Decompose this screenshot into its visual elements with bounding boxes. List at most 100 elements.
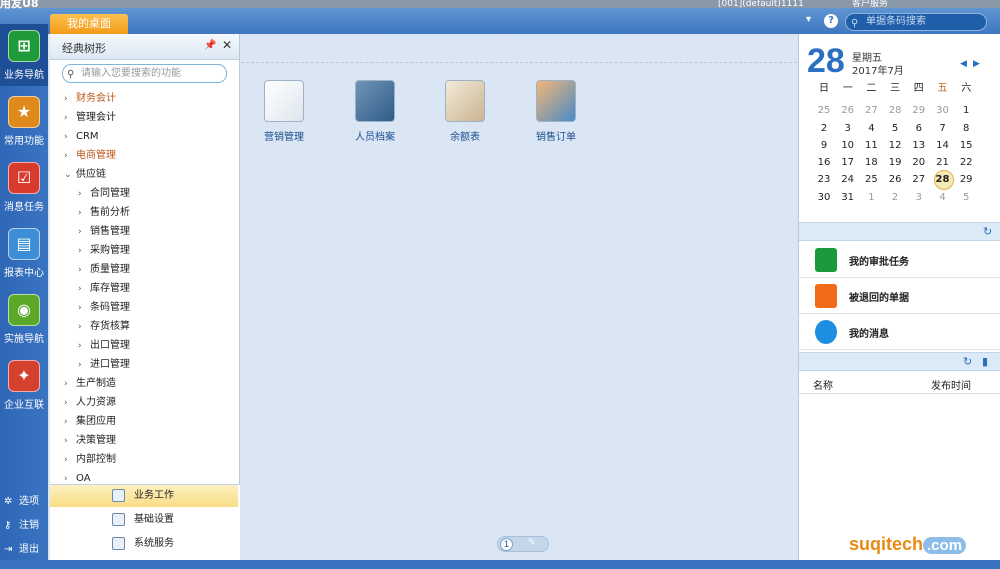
calendar-day-cell[interactable]: 27 [908,171,930,188]
calendar-day-cell[interactable]: 2 [884,189,906,206]
chevron-right-icon[interactable]: › [78,242,90,261]
tree-item[interactable]: › 出口管理 [78,336,130,355]
calendar-day-cell[interactable]: 11 [860,137,882,154]
calendar-day-cell[interactable]: 10 [837,137,859,154]
function-search-input[interactable]: ⚲ 请输入您要搜索的功能 [62,64,227,83]
chevron-right-icon[interactable]: › [64,394,76,413]
calendar-day-cell[interactable]: 19 [884,154,906,171]
calendar-day-cell[interactable]: 18 [860,154,882,171]
refresh-icon[interactable]: ↻ [963,355,972,368]
chevron-right-icon[interactable]: › [78,185,90,204]
rail-item-2[interactable]: ☑ 消息任务 [0,156,48,218]
desk-pager[interactable]: 1 ✎ [497,536,549,552]
rail-item-0[interactable]: ⊞ 业务导航 [0,24,48,86]
calendar-day-cell[interactable]: 9 [813,137,835,154]
chevron-right-icon[interactable]: › [78,337,90,356]
rail-item-1[interactable]: ★ 常用功能 [0,90,48,152]
calendar-day-cell[interactable]: 3 [837,120,859,137]
calendar-day-cell[interactable]: 28 [884,102,906,119]
rail-key-button[interactable]: ⚷ 注销 [4,516,39,531]
calendar-day-cell[interactable]: 20 [908,154,930,171]
tree-item[interactable]: › 管理会计 [64,108,116,127]
chevron-right-icon[interactable]: › [64,375,76,394]
bottom-nav-item[interactable]: 系统服务 [50,533,238,555]
calendar-day-cell[interactable]: 3 [908,189,930,206]
calendar-day-cell[interactable]: 12 [884,137,906,154]
calendar-day-cell[interactable]: 5 [884,120,906,137]
chevron-right-icon[interactable]: › [64,451,76,470]
chevron-right-icon[interactable]: › [64,413,76,432]
chevron-right-icon[interactable]: › [78,280,90,299]
chevron-right-icon[interactable]: › [78,299,90,318]
task-item-2[interactable]: 我的消息 [799,314,1000,350]
desk-app-2[interactable]: 余额表 [425,80,505,143]
bottom-nav-item[interactable]: 业务工作 [50,485,238,507]
rail-item-3[interactable]: ▤ 报表中心 [0,222,48,284]
calendar-day-cell[interactable]: 30 [813,189,835,206]
calendar-day-cell[interactable]: 8 [955,120,977,137]
chevron-right-icon[interactable]: › [78,223,90,242]
tree-item[interactable]: › 集团应用 [64,412,116,431]
desk-app-3[interactable]: 销售订单 [516,80,596,143]
chevron-right-icon[interactable]: › [64,432,76,451]
chevron-right-icon[interactable]: › [78,356,90,375]
calendar-day-cell[interactable]: 5 [955,189,977,206]
bottom-nav-item[interactable]: 基础设置 [50,509,238,531]
calendar-day-cell[interactable]: 17 [837,154,859,171]
next-month-icon[interactable]: ▶ [973,59,980,69]
page-indicator[interactable]: 1 [500,538,513,551]
chevron-right-icon[interactable]: › [78,318,90,337]
tree-item[interactable]: › 售前分析 [78,203,130,222]
rail-item-5[interactable]: ✦ 企业互联 [0,354,48,416]
calendar-day-cell[interactable]: 27 [860,102,882,119]
calendar-day-cell[interactable]: 25 [860,171,882,188]
rail-item-4[interactable]: ◉ 实施导航 [0,288,48,350]
barcode-search-input[interactable]: ⚲ 单据条码搜索 [845,13,987,31]
chevron-right-icon[interactable]: › [64,128,76,147]
tree-item[interactable]: › 人力资源 [64,393,116,412]
tree-item[interactable]: › 采购管理 [78,241,130,260]
chevron-down-icon[interactable]: ▾ [806,14,811,25]
tree-item[interactable]: › 决策管理 [64,431,116,450]
tree-item[interactable]: › 内部控制 [64,450,116,469]
tree-item[interactable]: › 存货核算 [78,317,130,336]
tab-my-desk[interactable]: 我的桌面 [50,14,128,34]
help-icon[interactable]: ? [824,14,838,28]
book-icon[interactable]: ▮ [982,355,988,368]
calendar-day-cell[interactable]: 14 [932,137,954,154]
calendar-day-cell[interactable]: 31 [837,189,859,206]
calendar-today[interactable]: 28 [932,170,954,191]
calendar-day-cell[interactable]: 22 [955,154,977,171]
tree-item[interactable]: › 库存管理 [78,279,130,298]
calendar-day-cell[interactable]: 30 [932,102,954,119]
calendar-day-cell[interactable]: 1 [955,102,977,119]
tree-item[interactable]: › 进口管理 [78,355,130,374]
calendar-day-cell[interactable]: 25 [813,102,835,119]
chevron-right-icon[interactable]: › [64,109,76,128]
tree-item[interactable]: › 销售管理 [78,222,130,241]
calendar-day-cell[interactable]: 13 [908,137,930,154]
calendar-day-cell[interactable]: 7 [932,120,954,137]
desk-app-1[interactable]: 人员档案 [335,80,415,143]
tree-item[interactable]: › 财务会计 [64,89,116,108]
rail-exit-button[interactable]: ⇥ 退出 [4,540,39,555]
calendar-day-cell[interactable]: 4 [860,120,882,137]
chevron-right-icon[interactable]: › [64,147,76,166]
close-icon[interactable]: ✕ [222,38,232,52]
calendar-day-cell[interactable]: 6 [908,120,930,137]
calendar-day-cell[interactable]: 26 [837,102,859,119]
refresh-icon[interactable]: ↻ [983,225,992,238]
chevron-right-icon[interactable]: › [78,204,90,223]
calendar-day-cell[interactable]: 16 [813,154,835,171]
calendar-day-cell[interactable]: 21 [932,154,954,171]
task-item-1[interactable]: 被退回的单据 [799,278,1000,314]
current-user[interactable]: [001](default)1111 [718,0,804,9]
pin-icon[interactable]: 📌 [204,40,216,51]
prev-month-icon[interactable]: ◀ [960,59,967,69]
tree-item[interactable]: › 电商管理 [64,146,116,165]
chevron-down-icon[interactable]: ⌄ [64,166,76,185]
tree-item[interactable]: › CRM [64,127,99,146]
desk-app-0[interactable]: 营销管理 [244,80,324,143]
calendar-day-cell[interactable]: 29 [908,102,930,119]
calendar-day-cell[interactable]: 1 [860,189,882,206]
